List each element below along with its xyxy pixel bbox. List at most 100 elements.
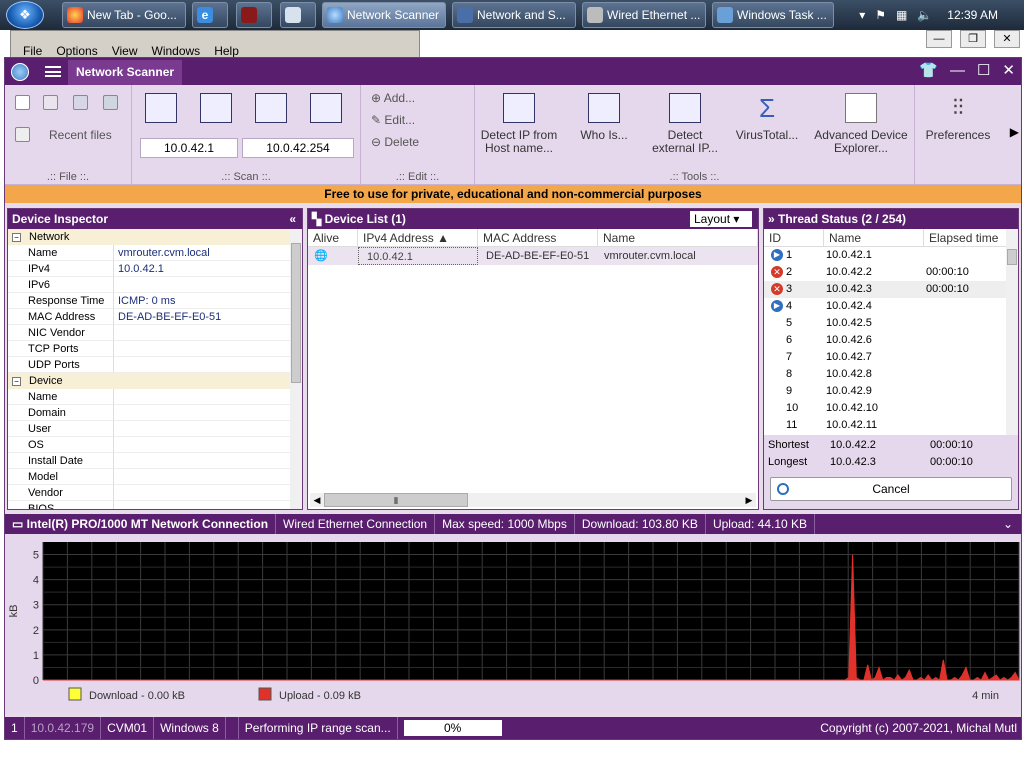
recent-files-icon[interactable] (15, 127, 30, 142)
thread-row[interactable]: 10 10.0.42.10 (764, 400, 1018, 417)
inspector-row[interactable]: BIOS (8, 501, 290, 509)
show-hidden-icons-icon[interactable]: ▾ (859, 8, 865, 22)
collapse-box-icon[interactable]: − (12, 233, 21, 242)
print-icon[interactable] (103, 95, 118, 110)
preferences-button[interactable]: ⫶⫶ Preferences (923, 93, 993, 142)
menu-windows[interactable]: Windows (152, 44, 201, 58)
new-file-icon[interactable] (15, 95, 30, 110)
column-id[interactable]: ID (764, 229, 824, 246)
column-alive[interactable]: Alive (308, 229, 358, 246)
taskbar-chrome[interactable]: New Tab - Goo... (62, 2, 186, 28)
add-button[interactable]: ⊕ Add... (371, 91, 415, 105)
save-icon[interactable] (73, 95, 88, 110)
virustotal-button[interactable]: Σ VirusTotal... (729, 93, 805, 142)
detect-ip-button[interactable]: Detect IP from Host name... (479, 93, 559, 155)
thread-row[interactable]: 9 10.0.42.9 (764, 383, 1018, 400)
device-list-hscrollbar[interactable]: ◀ ⦀ ▶ (310, 493, 756, 507)
inspector-group-network[interactable]: − Network (8, 229, 290, 245)
network-tray-icon[interactable]: ▦ (896, 8, 907, 22)
expand-icon[interactable]: » (768, 212, 778, 226)
menu-view[interactable]: View (112, 44, 138, 58)
taskbar-app-red[interactable] (236, 2, 272, 28)
menu-help[interactable]: Help (214, 44, 239, 58)
scrollbar-thumb[interactable]: ⦀ (324, 493, 468, 507)
taskbar-network-scanner[interactable]: Network Scanner (322, 2, 446, 28)
close-icon[interactable]: ✕ (1002, 62, 1015, 80)
clock[interactable]: 12:39 AM (947, 8, 998, 22)
scroll-left-icon[interactable]: ◀ (310, 493, 324, 507)
thread-row[interactable]: ✕ 2 10.0.42.2 00:00:10 (764, 264, 1018, 281)
close-icon[interactable]: ✕ (994, 30, 1020, 48)
scrollbar-thumb[interactable] (1007, 249, 1017, 265)
device-row[interactable]: 🌐 10.0.42.1 DE-AD-BE-EF-E0-51 vmrouter.c… (308, 247, 758, 265)
inspector-row[interactable]: Model (8, 469, 290, 485)
inspector-row[interactable]: MAC Address DE-AD-BE-EF-E0-51 (8, 309, 290, 325)
column-ipv4[interactable]: IPv4 Address ▲ (358, 229, 478, 246)
ribbon-scroll-right-icon[interactable]: ▶ (1010, 125, 1019, 139)
menu-file[interactable]: File (23, 44, 42, 58)
thread-row[interactable]: 8 10.0.42.8 (764, 366, 1018, 383)
adapter-name[interactable]: ▭ Intel(R) PRO/1000 MT Network Connectio… (5, 514, 277, 534)
collapse-chevron-icon[interactable]: ⌄ (1003, 514, 1013, 534)
inspector-row[interactable]: IPv6 (8, 277, 290, 293)
inspector-row[interactable]: OS (8, 437, 290, 453)
scan-hosts-icon[interactable] (255, 93, 287, 123)
scroll-right-icon[interactable]: ▶ (742, 493, 756, 507)
to-ip-input[interactable]: 10.0.42.254 (242, 138, 354, 158)
start-button[interactable]: ❖ (6, 1, 44, 29)
app-tab[interactable]: Network Scanner (68, 60, 183, 85)
taskbar-app-monitor[interactable] (280, 2, 316, 28)
thread-row[interactable]: 11 10.0.42.11 (764, 417, 1018, 434)
who-is-button[interactable]: Who Is... (569, 93, 639, 142)
minimize-icon[interactable]: — (950, 62, 965, 80)
menu-options[interactable]: Options (56, 44, 97, 58)
open-folder-icon[interactable] (43, 95, 58, 110)
inspector-row[interactable]: Response Time ICMP: 0 ms (8, 293, 290, 309)
inspector-row[interactable]: Name (8, 389, 290, 405)
inspector-group-device[interactable]: − Device (8, 373, 290, 389)
inspector-row[interactable]: Vendor (8, 485, 290, 501)
edit-button[interactable]: ✎ Edit... (371, 113, 415, 127)
delete-button[interactable]: ⊖ Delete (371, 135, 419, 149)
app-logo-icon[interactable] (11, 63, 29, 81)
taskbar-ie[interactable]: e (192, 2, 228, 28)
hamburger-menu-icon[interactable] (45, 66, 61, 77)
maximize-icon[interactable]: ☐ (977, 62, 990, 80)
volume-icon[interactable]: 🔈 (917, 8, 932, 22)
advanced-device-explorer-button[interactable]: Advanced Device Explorer... (813, 93, 909, 155)
shirt-icon[interactable]: 👕 (919, 62, 938, 80)
scan-network-icon[interactable] (200, 93, 232, 123)
recent-files-button[interactable]: Recent files (49, 128, 112, 142)
thread-row[interactable]: ▶ 4 10.0.42.4 (764, 298, 1018, 315)
column-mac[interactable]: MAC Address (478, 229, 598, 246)
scan-list-icon[interactable] (310, 93, 342, 123)
inspector-scrollbar[interactable] (290, 229, 302, 509)
collapse-icon[interactable]: « (289, 209, 296, 229)
scrollbar-thumb[interactable] (291, 243, 301, 383)
detect-external-ip-button[interactable]: Detect external IP... (647, 93, 723, 155)
column-elapsed[interactable]: Elapsed time (924, 229, 1018, 246)
scan-ip-range-icon[interactable] (145, 93, 177, 123)
thread-row[interactable]: 5 10.0.42.5 (764, 315, 1018, 332)
inspector-row[interactable]: NIC Vendor (8, 325, 290, 341)
column-name[interactable]: Name (824, 229, 924, 246)
inspector-row[interactable]: TCP Ports (8, 341, 290, 357)
inspector-row[interactable]: IPv4 10.0.42.1 (8, 261, 290, 277)
thread-scrollbar[interactable] (1006, 229, 1018, 435)
thread-row[interactable]: 6 10.0.42.6 (764, 332, 1018, 349)
column-name[interactable]: Name (598, 229, 758, 246)
restore-icon[interactable]: ❐ (960, 30, 986, 48)
inspector-row[interactable]: Name vmrouter.cvm.local (8, 245, 290, 261)
inspector-row[interactable]: Domain (8, 405, 290, 421)
layout-dropdown[interactable]: Layout ▾ (690, 211, 752, 227)
from-ip-input[interactable]: 10.0.42.1 (140, 138, 238, 158)
minimize-icon[interactable]: — (926, 30, 952, 48)
taskbar-task-manager[interactable]: Windows Task ... (712, 2, 834, 28)
thread-row[interactable]: ✕ 3 10.0.42.3 00:00:10 (764, 281, 1018, 298)
thread-row[interactable]: ▶ 1 10.0.42.1 (764, 247, 1018, 264)
collapse-box-icon[interactable]: − (12, 377, 21, 386)
taskbar-wired-ethernet[interactable]: Wired Ethernet ... (582, 2, 706, 28)
thread-row[interactable]: 7 10.0.42.7 (764, 349, 1018, 366)
flag-icon[interactable]: ⚑ (875, 8, 886, 22)
inspector-row[interactable]: UDP Ports (8, 357, 290, 373)
